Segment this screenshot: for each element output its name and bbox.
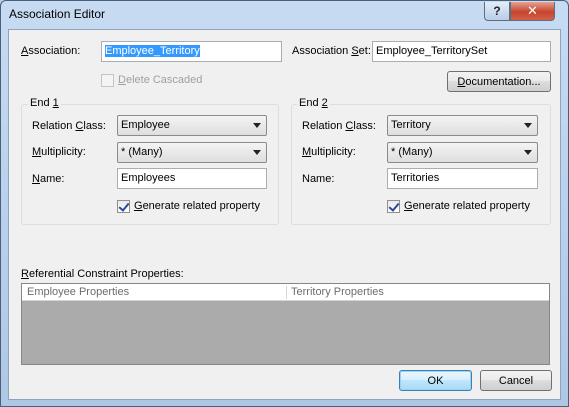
title-bar[interactable]: Association Editor ? ✕ — [1, 1, 568, 29]
documentation-button-label: Documentation... — [457, 75, 541, 88]
chevron-down-icon — [524, 123, 532, 128]
grid-column-header[interactable]: Employee Properties — [27, 286, 129, 298]
end1-name-label: Name: — [32, 173, 65, 185]
end2-name-input[interactable]: Territories — [387, 168, 538, 189]
end2-generate-checkbox[interactable] — [387, 200, 400, 213]
end2-name-label: Name: — [302, 173, 335, 185]
help-button[interactable]: ? — [484, 2, 510, 21]
delete-cascaded-checkbox[interactable] — [101, 74, 114, 87]
dialog-body: Association: Employee_Territory Associat… — [8, 29, 561, 400]
end2-multiplicity-label: Multiplicity: — [302, 146, 356, 158]
association-name-input[interactable]: Employee_Territory — [101, 41, 282, 62]
end1-multiplicity-value: * (Many) — [121, 146, 163, 158]
association-label: Association: — [21, 45, 81, 57]
end1-relation-class-select[interactable]: Employee — [117, 115, 267, 136]
referential-constraint-label: Referential Constraint Properties: — [21, 268, 184, 280]
end2-multiplicity-value: * (Many) — [391, 146, 433, 158]
end2-relation-class-label: Relation Class: — [302, 120, 376, 132]
close-button[interactable]: ✕ — [510, 2, 555, 21]
association-set-input[interactable]: Employee_TerritorySet — [372, 41, 551, 62]
delete-cascaded-label: Delete Cascaded — [118, 74, 203, 86]
end1-multiplicity-select[interactable]: * (Many) — [117, 142, 267, 163]
end2-relation-class-value: Territory — [391, 119, 431, 131]
documentation-button[interactable]: Documentation... — [447, 71, 551, 92]
chevron-down-icon — [524, 150, 532, 155]
grid-header: Employee Properties Territory Properties — [22, 284, 549, 301]
close-icon: ✕ — [527, 3, 538, 18]
end1-name-value: Employees — [121, 172, 176, 184]
association-set-value: Employee_TerritorySet — [376, 45, 488, 57]
association-name-value: Employee_Territory — [105, 45, 200, 57]
association-set-label: Association Set: — [292, 45, 371, 57]
chevron-down-icon — [253, 123, 261, 128]
grid-column-divider[interactable] — [286, 286, 287, 299]
window-title: Association Editor — [9, 7, 106, 21]
ok-button[interactable]: OK — [399, 370, 472, 391]
end1-relation-class-label: Relation Class: — [32, 120, 106, 132]
chevron-down-icon — [253, 150, 261, 155]
end2-group-title: End 2 — [297, 97, 330, 109]
end1-generate-checkbox[interactable] — [117, 200, 130, 213]
end1-multiplicity-label: Multiplicity: — [32, 146, 86, 158]
end1-group-title: End 1 — [28, 97, 61, 109]
grid-column-header[interactable]: Territory Properties — [291, 286, 384, 298]
end2-name-value: Territories — [391, 172, 440, 184]
referential-constraint-grid[interactable]: Employee Properties Territory Properties — [21, 283, 550, 365]
end2-generate-label: Generate related property — [404, 200, 530, 212]
cancel-button[interactable]: Cancel — [480, 370, 552, 391]
help-icon: ? — [493, 4, 501, 18]
ok-button-label: OK — [427, 374, 444, 387]
end1-relation-class-value: Employee — [121, 119, 170, 131]
cancel-button-label: Cancel — [498, 374, 534, 387]
association-editor-window: Association Editor ? ✕ Association: Empl… — [0, 0, 569, 407]
end1-name-input[interactable]: Employees — [117, 168, 267, 189]
end2-multiplicity-select[interactable]: * (Many) — [387, 142, 538, 163]
end2-relation-class-select[interactable]: Territory — [387, 115, 538, 136]
end1-generate-label: Generate related property — [134, 200, 260, 212]
